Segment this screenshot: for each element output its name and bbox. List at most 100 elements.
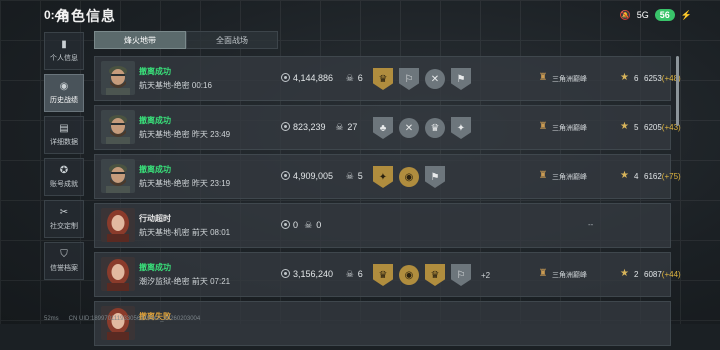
sidebar-item-0[interactable]: ▮ 个人信息 [44,32,84,70]
battery-indicator: 56 [654,9,675,21]
medal-list: ♛ ◉ ♛ ⚐ +2 [373,264,490,286]
skull-icon: ☠ [345,269,354,279]
loot-value: 4,909,005 [293,171,334,181]
match-row[interactable]: 撤离成功 航天基地-绝密 00:16 4,144,886 ☠ 6 ♛ ⚐ ✕ ⚑ ♜ 三角洲巅峰 ★ 6… [94,56,681,101]
network-label: 5G [636,10,649,20]
medal-icon[interactable]: ♛ [373,264,393,286]
medal-icon[interactable]: ⚐ [399,68,419,90]
operator-avatar [101,257,135,291]
map-and-time: 航天基地-绝密 昨天 23:19 [139,179,231,188]
charging-icon: ⚡ [680,9,692,20]
shield-icon: ⛉ [60,248,68,260]
rank-score-value: 6205 [644,123,662,132]
map-and-time: 航天基地-绝密 00:16 [139,81,212,90]
operator-avatar [101,61,135,95]
medal-icon: ✪ [59,164,69,176]
star-icon: ★ [620,170,629,181]
medal-icon[interactable]: ⚑ [451,68,471,90]
rank-score-value: 6253 [644,74,662,83]
match-row[interactable]: 撤离成功潮汐监狱-绝密 前天 07:21 3,156,240 ☠ 6 ♛ ◉ ♛ ⚐ +2 ♜ 三角… [94,252,681,297]
skull-icon: ☠ [335,122,344,132]
rank-icon: ♜ [538,121,548,132]
rank-delta: (+75) [661,172,681,181]
operator-avatar [101,110,135,144]
sidebar-item-label: 社交定制 [50,222,78,230]
footer: 52ms CN UID:189970111933056245542_202602… [44,314,200,324]
medal-icon[interactable]: ♛ [425,264,445,286]
tab-firezone[interactable]: 烽火地带 [94,31,186,49]
tab-battlefield[interactable]: 全面战场 [186,31,278,49]
bar-chart-icon: ▮ [61,38,67,50]
medal-list: ♛ ⚐ ✕ ⚑ [373,68,471,90]
match-row[interactable]: 行动超时 航天基地-机密 前天 08:01 0 ☠ 0 -- [94,203,671,248]
kill-count: 6 [357,73,363,83]
rank-level: 2 [634,270,639,279]
rank-icon: ♜ [538,268,548,279]
medal-icon[interactable]: ⚑ [425,166,445,188]
sidebar-item-2[interactable]: ▤ 详细数据 [44,116,84,154]
clock: 0:46 [44,8,69,22]
sidebar-item-1[interactable]: ◉ 历史战绩 [44,74,84,112]
skull-icon: ☠ [345,73,354,83]
list-scrollbar[interactable] [676,56,679,126]
match-history-list[interactable]: 撤离成功 航天基地-绝密 00:16 4,144,886 ☠ 6 ♛ ⚐ ✕ ⚑ ♜ 三角洲巅峰 ★ 6… [94,56,681,350]
rank-score: 6162(+75) [644,172,681,181]
rank-delta: (+44) [661,270,681,279]
medal-icon[interactable]: ✕ [399,118,419,138]
loot-value: 3,156,240 [293,269,334,279]
star-icon: ★ [620,268,629,279]
sidebar-item-label: 信誉档案 [50,264,78,272]
rank-icon: ♜ [538,72,548,83]
rank-level: 6 [634,74,639,83]
kill-count: 0 [316,220,322,230]
coin-icon [281,122,290,131]
medal-icon[interactable]: ✦ [373,166,393,188]
medal-list: ✦ ◉ ⚑ [373,166,445,188]
kill-count: 27 [347,122,358,132]
sidebar-item-4[interactable]: ✂ 社交定制 [44,200,84,238]
sidebar-item-label: 历史战绩 [50,96,78,104]
rank-level: 4 [634,172,639,181]
mute-icon: 🔕 [619,9,631,20]
kill-count: 6 [357,269,363,279]
rank-level: 5 [634,123,639,132]
coin-icon [281,269,290,278]
medal-icon[interactable]: ♛ [373,68,393,90]
match-status: 行动超时 [139,214,171,223]
more-medals[interactable]: +2 [481,271,490,280]
rank-name: 三角洲巅峰 [552,76,587,83]
sidebar-item-5[interactable]: ⛉ 信誉档案 [44,242,84,280]
rank-icon: ♜ [538,170,548,181]
rank-score: 6087(+44) [644,270,681,279]
medal-icon[interactable]: ♣ [373,117,393,139]
sidebar-item-label: 详细数据 [50,138,78,146]
rank-name: 三角洲巅峰 [552,174,587,181]
match-row[interactable]: 撤离成功航天基地-绝密 昨天 23:19 4,909,005 ☠ 5 ✦ ◉ ⚑ ♜ 三角洲巅峰… [94,154,681,199]
tools-icon: ✂ [59,206,69,218]
map-and-time: 航天基地-绝密 昨天 23:49 [139,130,231,139]
kill-count: 5 [357,171,363,181]
rank-empty: -- [588,220,594,229]
match-row[interactable]: 撤离成功 航天基地-绝密 昨天 23:49 823,239 ☠ 27 ♣ ✕ ♛ ✦ ♜ 三角洲巅峰… [94,105,681,150]
match-status: 撤离成功 [139,165,171,174]
match-status: 撤离成功 [139,263,171,272]
skull-icon: ☠ [345,171,354,181]
medal-icon[interactable]: ◉ [399,167,419,187]
medal-icon[interactable]: ♛ [425,118,445,138]
coin-icon [281,220,290,229]
rank-name: 三角洲巅峰 [552,125,587,132]
sidebar-item-3[interactable]: ✪ 账号成就 [44,158,84,196]
status-bar: 0:46 角色信息 🔕 5G 56 ⚡ [0,0,720,28]
uid-label: CN UID:189970111933056245542_20260203004 [68,316,201,322]
medal-icon[interactable]: ◉ [399,265,419,285]
medal-icon[interactable]: ✦ [451,117,471,139]
medal-icon[interactable]: ⚐ [451,264,471,286]
sidebar-item-label: 个人信息 [50,54,78,62]
match-status: 撤离成功 [139,67,171,76]
ping-label: 52ms [44,316,59,322]
map-and-time: 潮汐监狱-绝密 前天 07:21 [139,277,231,286]
rank-name: 三角洲巅峰 [552,272,587,279]
medal-icon[interactable]: ✕ [425,69,445,89]
chat-icon: ▤ [59,122,69,134]
operator-avatar [101,159,135,193]
